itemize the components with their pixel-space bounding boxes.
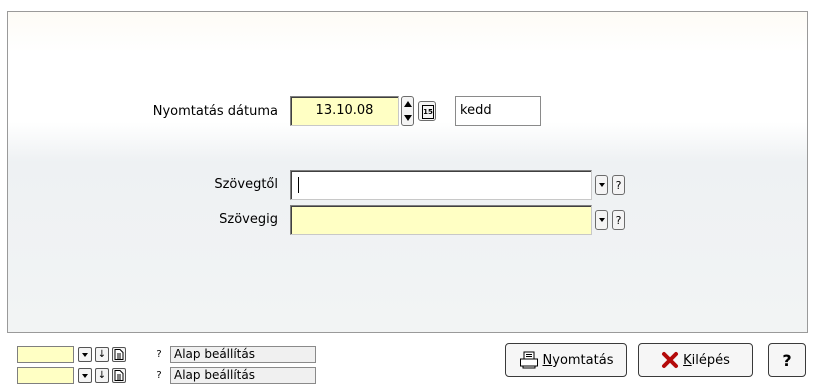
print-button-label: Nyomtatás	[542, 352, 614, 368]
calendar-day-number: 15	[422, 105, 434, 119]
preset-input[interactable]	[17, 367, 74, 384]
preset-input[interactable]	[17, 346, 74, 363]
print-date-input[interactable]: 13.10.08	[290, 96, 399, 126]
text-to-input[interactable]	[290, 205, 592, 235]
question-icon[interactable]: ?	[152, 368, 166, 383]
down-arrow-icon[interactable]: ↓	[95, 368, 109, 383]
question-icon[interactable]: ?	[152, 347, 166, 362]
dropdown-arrow-icon[interactable]	[595, 210, 608, 230]
document-icon[interactable]	[112, 368, 126, 383]
document-icon[interactable]	[112, 347, 126, 362]
printer-icon	[519, 351, 538, 369]
text-cursor	[298, 177, 299, 193]
dropdown-arrow-icon[interactable]	[595, 175, 608, 195]
day-name-field: kedd	[455, 96, 541, 126]
dropdown-arrow-icon[interactable]	[78, 347, 92, 362]
text-from-label: Szövegtől	[214, 177, 278, 192]
calendar-icon[interactable]: 15	[418, 101, 436, 121]
preset-label: Alap beállítás	[170, 367, 316, 384]
print-button[interactable]: Nyomtatás	[505, 343, 627, 377]
spin-updown-icon[interactable]	[401, 96, 414, 126]
help-icon-from[interactable]: ?	[612, 175, 625, 195]
dropdown-arrow-icon[interactable]	[78, 368, 92, 383]
text-from-input[interactable]	[290, 170, 592, 200]
print-date-label: Nyomtatás dátuma	[152, 104, 278, 119]
help-icon-to[interactable]: ?	[612, 210, 625, 230]
red-x-icon	[662, 352, 679, 368]
preset-label: Alap beállítás	[170, 346, 316, 363]
exit-button[interactable]: Kilépés	[638, 343, 753, 377]
exit-button-label: Kilépés	[683, 352, 730, 368]
help-button[interactable]: ?	[768, 343, 806, 377]
text-to-label: Szövegig	[219, 212, 278, 227]
down-arrow-icon[interactable]: ↓	[95, 347, 109, 362]
